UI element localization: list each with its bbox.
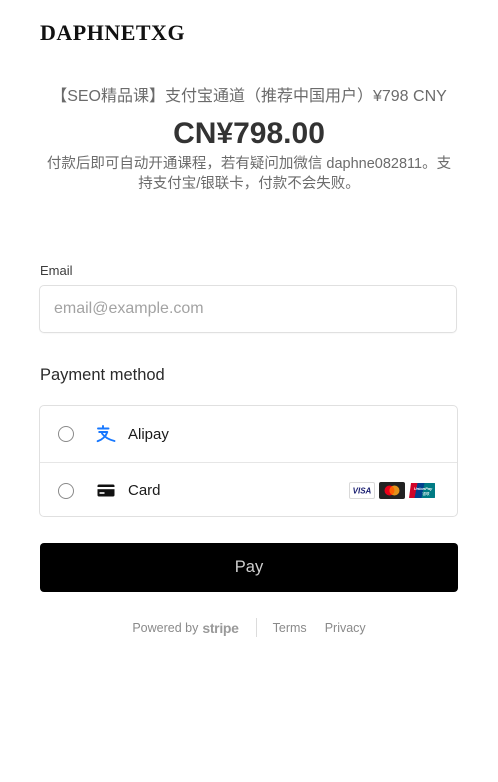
mastercard-icon [379, 482, 405, 499]
svg-text:银联: 银联 [422, 491, 430, 496]
pay-button[interactable]: Pay [40, 543, 458, 592]
email-label: Email [40, 263, 73, 278]
card-radio[interactable] [58, 482, 74, 499]
alipay-label: Alipay [128, 425, 169, 443]
terms-link[interactable]: Terms [273, 621, 307, 635]
card-icon [96, 481, 116, 501]
card-brands: VISA UnionPay 银联 [349, 482, 435, 499]
alipay-icon [96, 424, 116, 444]
merchant-logo: DAPHNETXG [40, 20, 186, 45]
stripe-logo: stripe [202, 619, 239, 636]
alipay-radio[interactable] [58, 426, 74, 442]
visa-icon: VISA [349, 482, 375, 499]
footer-divider [255, 618, 257, 637]
svg-text:VISA: VISA [353, 487, 372, 495]
powered-by-stripe[interactable]: Powered by stripe [132, 619, 239, 636]
payment-option-alipay[interactable]: Alipay [40, 406, 457, 462]
product-description: 付款后即可自动开通课程，若有疑问加微信 daphne082811。支持支付宝/银… [46, 156, 452, 192]
payment-method-label: Payment method [40, 366, 165, 384]
privacy-link[interactable]: Privacy [325, 621, 366, 635]
svg-text:UnionPay: UnionPay [414, 486, 433, 491]
unionpay-icon: UnionPay 银联 [409, 482, 435, 499]
product-name: 【SEO精品课】支付宝通道（推荐中国用户）¥798 CNY [51, 88, 447, 105]
email-input[interactable] [39, 285, 457, 333]
payment-option-card[interactable]: Card VISA UnionPay 银联 [40, 462, 457, 516]
powered-by-text: Powered by [132, 620, 199, 635]
total-amount: CN¥798.00 [173, 117, 325, 150]
card-label: Card [128, 482, 161, 499]
payment-method-selector: Alipay Card VISA UnionPay 银联 [39, 405, 458, 517]
footer: Powered by stripe Terms Privacy [0, 618, 498, 637]
order-summary: 【SEO精品课】支付宝通道（推荐中国用户）¥798 CNY CN¥798.00 … [40, 86, 458, 194]
